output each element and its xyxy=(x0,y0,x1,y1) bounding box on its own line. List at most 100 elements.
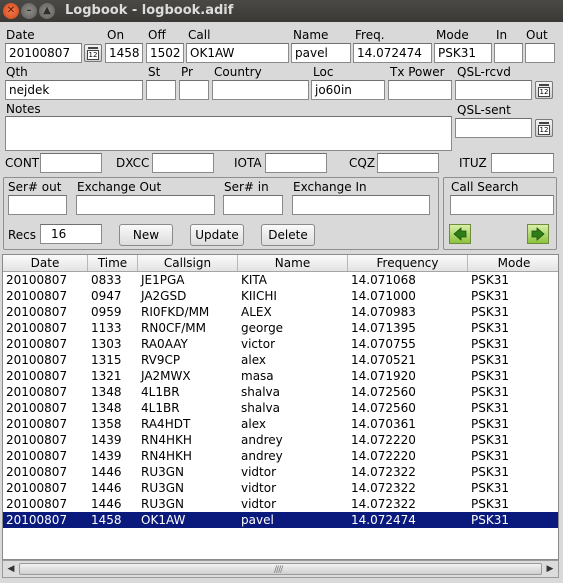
qsl-rcvd-calendar-button[interactable]: 12 xyxy=(535,81,553,99)
cell-callsign: 4L1BR xyxy=(141,401,180,415)
freq-field[interactable]: 14.072474 xyxy=(353,43,432,63)
recs-count-field: 16 xyxy=(40,224,102,244)
qsl-sent-field[interactable] xyxy=(455,118,532,138)
table-row[interactable]: 20100807 1458 OK1AW pavel 14.072474 PSK31 xyxy=(3,512,558,528)
delete-button[interactable]: Delete xyxy=(261,224,315,246)
rst-in-field[interactable] xyxy=(494,43,523,63)
table-row[interactable]: 20100807 1446 RU3GN vidtor 14.072322 PSK31 xyxy=(3,464,558,480)
table-row[interactable]: 20100807 0959 RI0FKD/MM ALEX 14.070983 PSK31 xyxy=(3,304,558,320)
new-button[interactable]: New xyxy=(119,224,173,246)
date-field[interactable]: 20100807 xyxy=(5,43,82,63)
header-callsign[interactable]: Callsign xyxy=(138,255,238,271)
mode-field[interactable]: PSK31 xyxy=(434,43,492,63)
cell-date: 20100807 xyxy=(6,465,68,479)
cell-name: victor xyxy=(241,337,276,351)
cell-date: 20100807 xyxy=(6,513,68,527)
qth-field[interactable]: nejdek xyxy=(5,80,143,100)
grip-icon: //// xyxy=(274,565,283,575)
table-row[interactable]: 20100807 1446 RU3GN vidtor 14.072322 PSK31 xyxy=(3,496,558,512)
scroll-right-arrow-icon[interactable]: ▶ xyxy=(544,563,556,575)
window-title: Logbook - logbook.adif xyxy=(65,3,234,18)
minimize-window-button[interactable]: – xyxy=(21,3,37,19)
close-window-button[interactable]: ✕ xyxy=(3,3,19,19)
name-field[interactable]: pavel xyxy=(291,43,351,63)
notes-field[interactable] xyxy=(5,116,452,151)
table-row[interactable]: 20100807 1321 JA2MWX masa 14.071920 PSK31 xyxy=(3,368,558,384)
scroll-left-arrow-icon[interactable]: ◀ xyxy=(5,563,17,575)
recs-label: Recs xyxy=(8,228,37,242)
freq-label: Freq. xyxy=(355,28,385,42)
calendar-icon: 12 xyxy=(538,87,550,97)
table-row[interactable]: 20100807 1358 RA4HDT alex 14.070361 PSK31 xyxy=(3,416,558,432)
cell-name: shalva xyxy=(241,385,280,399)
iota-field[interactable] xyxy=(265,153,327,173)
rst-out-field[interactable] xyxy=(525,43,555,63)
next-record-button[interactable] xyxy=(527,224,549,244)
cell-mode: PSK31 xyxy=(471,513,509,527)
maximize-window-button[interactable]: ▲ xyxy=(39,3,55,19)
table-row[interactable]: 20100807 1133 RN0CF/MM george 14.071395 PSK31 xyxy=(3,320,558,336)
ituz-field[interactable] xyxy=(491,153,554,173)
header-name[interactable]: Name xyxy=(238,255,348,271)
cont-field[interactable] xyxy=(40,153,102,173)
table-row[interactable]: 20100807 1439 RN4HKH andrey 14.072220 PSK31 xyxy=(3,448,558,464)
cell-frequency: 14.070755 xyxy=(351,337,416,351)
exchange-in-field[interactable] xyxy=(292,195,430,215)
table-row[interactable]: 20100807 1446 RU3GN vidtor 14.072322 PSK31 xyxy=(3,480,558,496)
header-date[interactable]: Date xyxy=(3,255,88,271)
cqz-field[interactable] xyxy=(377,153,439,173)
header-frequency[interactable]: Frequency xyxy=(348,255,468,271)
tx-power-field[interactable] xyxy=(388,80,452,100)
table-row[interactable]: 20100807 1303 RA0AAY victor 14.070755 PSK31 xyxy=(3,336,558,352)
cell-time: 1133 xyxy=(91,321,122,335)
province-field[interactable] xyxy=(179,80,209,100)
cell-frequency: 14.071000 xyxy=(351,289,416,303)
locator-field[interactable]: jo60in xyxy=(311,80,385,100)
call-field[interactable]: OK1AW xyxy=(186,43,289,63)
table-row[interactable]: 20100807 1348 4L1BR shalva 14.072560 PSK31 xyxy=(3,384,558,400)
cell-time: 1315 xyxy=(91,353,122,367)
update-button[interactable]: Update xyxy=(190,224,244,246)
table-row[interactable]: 20100807 1315 RV9CP alex 14.070521 PSK31 xyxy=(3,352,558,368)
cell-name: alex xyxy=(241,417,266,431)
header-mode[interactable]: Mode xyxy=(468,255,560,271)
cell-name: vidtor xyxy=(241,481,277,495)
cell-name: shalva xyxy=(241,401,280,415)
calendar-icon: 12 xyxy=(538,125,550,135)
dxcc-field[interactable] xyxy=(152,153,214,173)
cell-date: 20100807 xyxy=(6,353,68,367)
previous-record-button[interactable] xyxy=(449,224,471,244)
cell-name: pavel xyxy=(241,513,274,527)
state-field[interactable] xyxy=(146,80,176,100)
header-time[interactable]: Time xyxy=(88,255,138,271)
off-time-field[interactable]: 1502 xyxy=(146,43,184,63)
cell-mode: PSK31 xyxy=(471,369,509,383)
ser-in-field[interactable] xyxy=(223,195,283,215)
scrollbar-thumb[interactable]: //// xyxy=(19,563,542,575)
st-label: St xyxy=(148,65,161,79)
log-table[interactable]: Date Time Callsign Name Frequency Mode 2… xyxy=(2,254,559,560)
qsl-sent-calendar-button[interactable]: 12 xyxy=(535,119,553,137)
country-label: Country xyxy=(214,65,262,79)
qsl-rcvd-field[interactable] xyxy=(455,80,532,100)
table-row[interactable]: 20100807 1348 4L1BR shalva 14.072560 PSK31 xyxy=(3,400,558,416)
cell-date: 20100807 xyxy=(6,321,68,335)
table-row[interactable]: 20100807 0833 JE1PGA KITA 14.071068 PSK31 xyxy=(3,272,558,288)
country-field[interactable] xyxy=(212,80,309,100)
close-icon: ✕ xyxy=(6,5,16,16)
on-time-field[interactable]: 1458 xyxy=(105,43,143,63)
horizontal-scrollbar[interactable]: ◀ //// ▶ xyxy=(2,560,559,578)
call-search-field[interactable] xyxy=(450,195,554,215)
call-search-label: Call Search xyxy=(451,180,519,194)
exchange-out-field[interactable] xyxy=(76,195,215,215)
cell-callsign: RU3GN xyxy=(141,497,185,511)
pr-label: Pr xyxy=(181,65,193,79)
ser-out-field[interactable] xyxy=(8,195,67,215)
cell-date: 20100807 xyxy=(6,305,68,319)
table-row[interactable]: 20100807 1439 RN4HKH andrey 14.072220 PSK31 xyxy=(3,432,558,448)
cell-mode: PSK31 xyxy=(471,481,509,495)
dxcc-label: DXCC xyxy=(116,156,150,170)
date-calendar-button[interactable]: 12 xyxy=(84,44,102,62)
minimize-icon: – xyxy=(26,5,32,16)
table-row[interactable]: 20100807 0947 JA2GSD KIICHI 14.071000 PSK31 xyxy=(3,288,558,304)
